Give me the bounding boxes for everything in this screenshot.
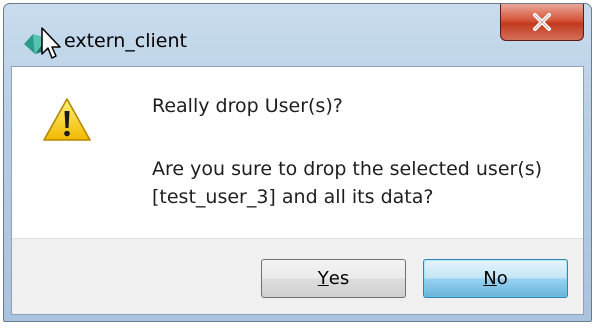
yes-button[interactable]: Yes: [261, 259, 406, 298]
yes-label: es: [328, 268, 350, 289]
window-title: extern_client: [64, 30, 187, 52]
dialog-heading: Really drop User(s)?: [152, 95, 343, 117]
no-button[interactable]: No: [423, 259, 568, 298]
mouse-cursor-icon: [41, 27, 61, 59]
dialog-window: extern_client Really drop User(s)? Are y…: [3, 3, 592, 322]
no-mnemonic: N: [483, 268, 497, 289]
close-button[interactable]: [500, 4, 584, 41]
title-bar[interactable]: extern_client: [4, 4, 591, 64]
dialog-message: Are you sure to drop the selected user(s…: [152, 158, 543, 208]
warning-icon: [43, 98, 91, 141]
dialog-content: Really drop User(s)? Are you sure to dro…: [11, 66, 584, 315]
no-label: o: [496, 268, 508, 289]
yes-mnemonic: Y: [317, 268, 329, 289]
button-bar: Yes No: [12, 238, 583, 314]
close-icon: [533, 13, 551, 31]
